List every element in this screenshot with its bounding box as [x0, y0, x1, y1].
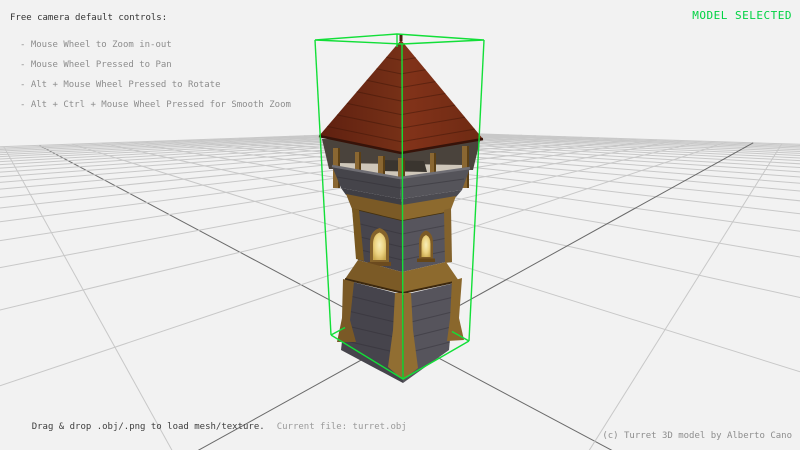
- model-credit: (c) Turret 3D model by Alberto Cano: [602, 432, 792, 441]
- grid-line: [200, 140, 800, 404]
- controls-help-item: - Mouse Wheel to Zoom in-out: [20, 41, 172, 50]
- roof: [319, 34, 483, 153]
- selection-status-label: MODEL SELECTED: [692, 10, 792, 21]
- drop-hint-bar: Drag & drop .obj/.png to load mesh/textu…: [10, 414, 407, 441]
- controls-help-item: - Mouse Wheel Pressed to Pan: [20, 61, 172, 70]
- current-file-label: Current file: turret.obj: [277, 422, 407, 432]
- drop-hint-text: Drag & drop .obj/.png to load mesh/textu…: [32, 422, 265, 432]
- roof-finial: [400, 34, 403, 41]
- grid-line: [0, 138, 599, 396]
- controls-help-item: - Alt + Ctrl + Mouse Wheel Pressed for S…: [20, 101, 291, 110]
- grid-line: [0, 137, 582, 368]
- grid-line: [0, 139, 636, 450]
- turret-model[interactable]: [319, 34, 483, 383]
- base: [337, 278, 464, 383]
- controls-help-item: - Alt + Mouse Wheel Pressed to Rotate: [20, 81, 220, 90]
- controls-help-title: Free camera default controls:: [10, 14, 167, 23]
- model-viewer-window: Free camera default controls: - Mouse Wh…: [0, 0, 800, 450]
- grid-line: [129, 142, 800, 450]
